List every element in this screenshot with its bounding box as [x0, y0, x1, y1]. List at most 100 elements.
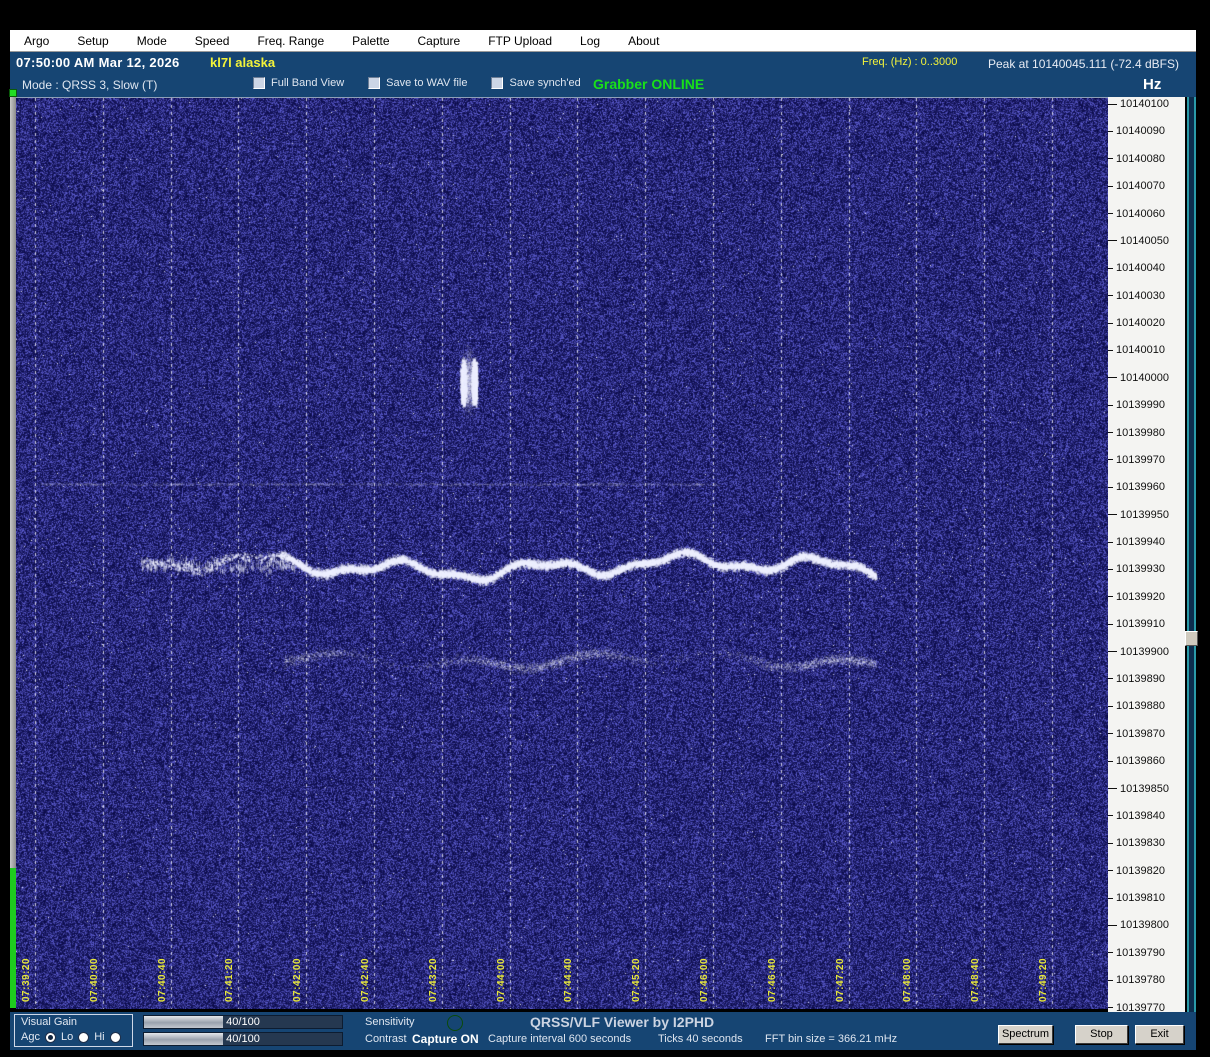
freq-label: 10140080 [1116, 152, 1165, 165]
checkbox-group: Full Band View Save to WAV file Save synch… [253, 77, 581, 89]
callsign-label: kl7l alaska [210, 55, 276, 70]
freq-label: 10139940 [1116, 536, 1165, 549]
hz-unit-label: Hz [1143, 76, 1162, 93]
checkbox-save-to-wav-file[interactable] [368, 77, 381, 89]
freq-tick [1108, 815, 1113, 817]
sensitivity-slider[interactable]: 40/100 [143, 1015, 343, 1029]
freq-tick [1108, 459, 1113, 461]
freq-tick [1108, 432, 1113, 434]
freq-tick [1108, 705, 1113, 707]
freq-label: 10139880 [1116, 700, 1165, 713]
freq-label: 10140040 [1116, 262, 1165, 275]
mode-bar: Mode : QRSS 3, Slow (T) Full Band View Sa… [10, 74, 1196, 97]
freq-tick [1108, 240, 1117, 242]
argo-window: Argo Setup Mode Speed Freq. Range Palette Capt… [0, 0, 1210, 1057]
freq-label: 10139970 [1116, 453, 1165, 466]
checkbox-label: Save to WAV file [386, 77, 468, 89]
menu-item-log[interactable]: Log [566, 34, 614, 48]
bottom-control-bar: Visual Gain Agc Lo Hi 40/100 40/100 Sensit… [10, 1012, 1196, 1050]
menu-item-setup[interactable]: Setup [63, 34, 122, 48]
freq-tick [1108, 158, 1113, 160]
freq-label: 10140050 [1120, 234, 1169, 247]
capture-led-icon [447, 1015, 463, 1031]
freq-tick [1108, 295, 1113, 297]
freq-label: 10139860 [1116, 755, 1165, 768]
visual-gain-panel: Visual Gain Agc Lo Hi [14, 1014, 133, 1047]
radio-agc[interactable] [44, 1031, 56, 1043]
contrast-slider[interactable]: 40/100 [143, 1032, 343, 1046]
freq-tick [1108, 322, 1113, 324]
radio-hi[interactable] [109, 1031, 121, 1043]
frequency-scrollbar[interactable] [1187, 97, 1196, 1015]
sensitivity-label: Sensitivity [365, 1016, 415, 1028]
fft-bin-label: FFT bin size = 366.21 mHz [765, 1033, 898, 1045]
contrast-value: 40/100 [226, 1033, 260, 1045]
capture-progress-track [10, 97, 16, 868]
freq-tick [1108, 185, 1113, 187]
freq-label: 10139780 [1116, 974, 1165, 987]
freq-label: 10140000 [1120, 371, 1169, 384]
stop-button[interactable]: Stop [1075, 1025, 1128, 1044]
checkbox-label: Save synch'ed [509, 77, 581, 89]
menu-bar: Argo Setup Mode Speed Freq. Range Palette Capt… [10, 30, 1196, 52]
menu-item-mode[interactable]: Mode [123, 34, 181, 48]
spectrogram-canvas[interactable] [16, 97, 1108, 1009]
grabber-status: Grabber ONLINE [593, 76, 705, 92]
freq-label: 10139910 [1116, 618, 1165, 631]
menu-item-speed[interactable]: Speed [181, 34, 244, 48]
freq-tick [1108, 377, 1117, 379]
freq-tick [1108, 213, 1113, 215]
mode-label: Mode : QRSS 3, Slow (T) [22, 78, 158, 92]
freq-tick [1108, 678, 1113, 680]
radio-label: Hi [94, 1031, 105, 1043]
freq-tick [1108, 1007, 1113, 1009]
freq-label: 10140010 [1116, 344, 1165, 357]
freq-label: 10139990 [1116, 399, 1165, 412]
freq-label: 10139900 [1120, 645, 1169, 658]
exit-button[interactable]: Exit [1135, 1025, 1184, 1044]
freq-label: 10139830 [1116, 837, 1165, 850]
menu-item-argo[interactable]: Argo [10, 34, 63, 48]
menu-item-palette[interactable]: Palette [338, 34, 403, 48]
menu-item-about[interactable]: About [614, 34, 673, 48]
frequency-scale: 10140100 10140090 10140080 10140070 10140060… [1108, 97, 1185, 1015]
spectrum-button[interactable]: Spectrum [998, 1025, 1053, 1044]
freq-label: 10140070 [1116, 180, 1165, 193]
menu-item-capture[interactable]: Capture [404, 34, 475, 48]
freq-tick [1108, 514, 1117, 516]
freq-tick [1108, 651, 1117, 653]
freq-label: 10139950 [1120, 508, 1169, 521]
status-bar: 07:50:00 AM Mar 12, 2026 kl7l alaska Fre… [10, 52, 1196, 74]
app-title: QRSS/VLF Viewer by I2PHD [530, 1014, 715, 1030]
checkbox-label: Full Band View [271, 77, 345, 89]
freq-tick [1108, 130, 1113, 132]
freq-tick [1108, 897, 1113, 899]
freq-label: 10140020 [1116, 317, 1165, 330]
freq-range-readout: Freq. (Hz) : 0..3000 [862, 56, 958, 68]
checkbox-save-synch-ed[interactable] [491, 77, 504, 89]
freq-tick [1108, 568, 1113, 570]
peak-readout: Peak at 10140045.111 (-72.4 dBFS) [988, 57, 1180, 71]
freq-label: 10140090 [1116, 125, 1165, 138]
freq-tick [1108, 596, 1113, 598]
contrast-label: Contrast [365, 1033, 407, 1045]
freq-tick [1108, 842, 1113, 844]
radio-lo[interactable] [78, 1031, 90, 1043]
freq-label: 10139840 [1116, 809, 1165, 822]
freq-tick [1108, 541, 1113, 543]
freq-tick [1108, 952, 1113, 954]
menu-item-freq-range[interactable]: Freq. Range [243, 34, 338, 48]
freq-label: 10140060 [1116, 207, 1165, 220]
checkbox-full-band-view[interactable] [253, 77, 265, 89]
freq-tick [1108, 623, 1113, 625]
visual-gain-title: Visual Gain [21, 1016, 78, 1028]
frequency-scrollbar-thumb[interactable] [1185, 631, 1198, 646]
capture-progress-marker [9, 89, 17, 97]
freq-label: 10140100 [1120, 98, 1169, 110]
radio-label: Agc [21, 1031, 40, 1043]
menu-item-ftp-upload[interactable]: FTP Upload [474, 34, 566, 48]
freq-label: 10139960 [1116, 481, 1165, 494]
freq-tick [1108, 267, 1113, 269]
freq-tick [1108, 788, 1117, 789]
freq-label: 10139850 [1120, 782, 1169, 795]
